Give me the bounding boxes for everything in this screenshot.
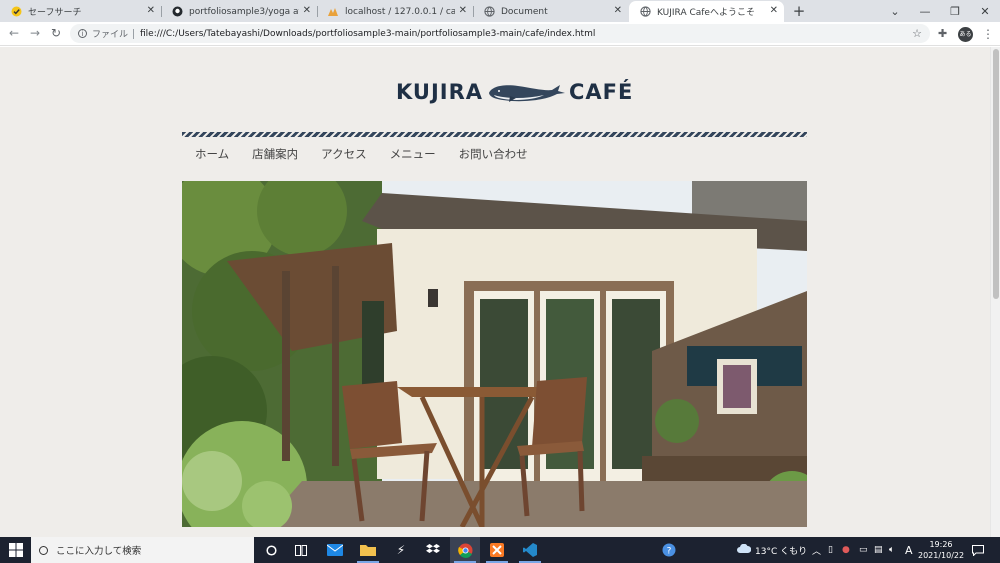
file-explorer-icon[interactable]: [353, 537, 383, 563]
battery-icon[interactable]: ▭: [859, 537, 868, 563]
tab-close-icon[interactable]: ✕: [147, 5, 155, 16]
tray-security-icon[interactable]: ●: [842, 537, 850, 563]
windows-start-icon[interactable]: [9, 543, 23, 557]
tab-close-icon[interactable]: ✕: [614, 5, 622, 16]
hero-image: [182, 181, 807, 527]
page-viewport: KUJIRA CAFÉ ホーム 店舗案内 アクセス メニュー お問い合わせ: [0, 47, 990, 537]
address-url[interactable]: file:///C:/Users/Tatebayashi/Downloads/p…: [140, 29, 595, 39]
nav-item-contact[interactable]: お問い合わせ: [459, 144, 528, 164]
tab-safesearch[interactable]: セーフサーチ ✕: [0, 1, 162, 22]
nav-item-access[interactable]: アクセス: [321, 144, 366, 164]
lightning-app-icon[interactable]: ⚡: [386, 537, 416, 563]
tab-github[interactable]: portfoliosample3/yoga at main ✕: [161, 1, 318, 22]
weather-text: 13°C くもり: [755, 546, 808, 557]
tab-title: Document: [501, 6, 548, 17]
minimize-icon[interactable]: —: [910, 0, 940, 22]
yellow-check-icon: [10, 6, 22, 18]
speaker-icon[interactable]: 🔈︎: [889, 537, 894, 563]
cortana-circle-icon[interactable]: [256, 537, 286, 563]
scrollbar-thumb[interactable]: [993, 49, 999, 299]
tab-close-icon[interactable]: ✕: [770, 5, 778, 16]
new-tab-plus-icon[interactable]: +: [791, 3, 807, 19]
mail-icon[interactable]: [320, 537, 350, 563]
tray-chevron-icon[interactable]: ︿: [812, 537, 821, 563]
profile-avatar[interactable]: ある子: [958, 27, 973, 53]
tab-title: セーフサーチ: [28, 8, 82, 18]
svg-text:?: ?: [667, 547, 672, 557]
xampp-icon[interactable]: [482, 537, 512, 563]
tab-phpmyadmin[interactable]: localhost / 127.0.0.1 / cafe / cafe ✕: [317, 1, 474, 22]
taskbar-clock[interactable]: 19:26 2021/10/22: [918, 539, 964, 561]
tab-title: localhost / 127.0.0.1 / cafe / cafe: [345, 6, 455, 17]
dropbox-icon[interactable]: [418, 537, 448, 563]
bookmark-star-icon[interactable]: ☆: [912, 27, 922, 40]
globe-icon: [639, 6, 651, 18]
nav-item-store-info[interactable]: 店舗案内: [252, 144, 298, 164]
browser-toolbar: ← → ↻ i ファイル file:///C:/Users/Tatebayash…: [0, 22, 1000, 46]
weather-widget[interactable]: 13°C くもり: [737, 537, 807, 563]
browser-menu-icon[interactable]: ⋮: [982, 27, 994, 41]
global-nav: ホーム 店舗案内 アクセス メニュー お問い合わせ: [182, 144, 538, 164]
network-icon[interactable]: ▤: [874, 537, 883, 563]
chrome-icon[interactable]: [450, 537, 480, 563]
extensions-puzzle-icon[interactable]: ✚: [938, 27, 947, 40]
tray-display-icon[interactable]: ▯: [828, 537, 833, 563]
logo-text-kujira: KUJIRA: [396, 80, 484, 104]
cloud-icon: [737, 543, 752, 556]
github-icon: [171, 6, 183, 18]
address-bar[interactable]: i ファイル file:///C:/Users/Tatebayashi/Down…: [70, 24, 930, 43]
address-scheme-label: ファイル: [92, 30, 129, 40]
site-logo[interactable]: KUJIRA CAFÉ: [396, 78, 633, 106]
whale-icon: [489, 85, 566, 102]
tab-title: portfoliosample3/yoga at main: [189, 6, 299, 17]
taskbar-search-box[interactable]: ここに入力して検索: [31, 537, 254, 563]
help-icon[interactable]: ?: [654, 537, 684, 563]
tab-document[interactable]: Document ✕: [473, 1, 628, 22]
clock-date: 2021/10/22: [918, 551, 965, 560]
reload-icon[interactable]: ↻: [49, 26, 63, 40]
page-scrollbar[interactable]: [990, 47, 1000, 537]
taskbar-search-placeholder: ここに入力して検索: [56, 546, 142, 557]
logo-text-cafe: CAFÉ: [569, 80, 634, 104]
tab-strip: セーフサーチ ✕ portfoliosample3/yoga at main ✕…: [0, 0, 1000, 22]
search-icon: [39, 545, 48, 555]
windows-taskbar: ここに入力して検索 ⚡ ? 13°C くもり ︿ ▯ ● ▭ ▤ 🔈︎ A 19…: [0, 537, 1000, 563]
address-divider: [133, 28, 135, 39]
vscode-icon[interactable]: [515, 537, 545, 563]
forward-arrow-icon[interactable]: →: [28, 26, 42, 40]
tab-title: KUJIRA Cafeへようこそ: [657, 8, 755, 18]
task-view-icon[interactable]: [286, 537, 316, 563]
window-close-icon[interactable]: ✕: [970, 0, 1000, 22]
phpmyadmin-icon: [327, 6, 339, 18]
restore-icon[interactable]: ❐: [940, 0, 970, 22]
decorative-rope-divider: [182, 132, 807, 137]
globe-icon: [483, 6, 495, 18]
nav-item-home[interactable]: ホーム: [195, 144, 229, 164]
notification-icon[interactable]: [972, 537, 984, 563]
clock-time: 19:26: [929, 540, 953, 549]
info-icon[interactable]: i: [78, 29, 87, 38]
ime-indicator[interactable]: A: [905, 537, 913, 563]
tab-search-chevron-icon[interactable]: ⌄: [880, 0, 910, 22]
back-arrow-icon[interactable]: ←: [7, 26, 21, 40]
tab-close-icon[interactable]: ✕: [303, 5, 311, 16]
nav-item-menu[interactable]: メニュー: [390, 144, 436, 164]
tab-kujira-cafe[interactable]: KUJIRA Cafeへようこそ ✕: [629, 1, 784, 22]
tab-close-icon[interactable]: ✕: [459, 5, 467, 16]
